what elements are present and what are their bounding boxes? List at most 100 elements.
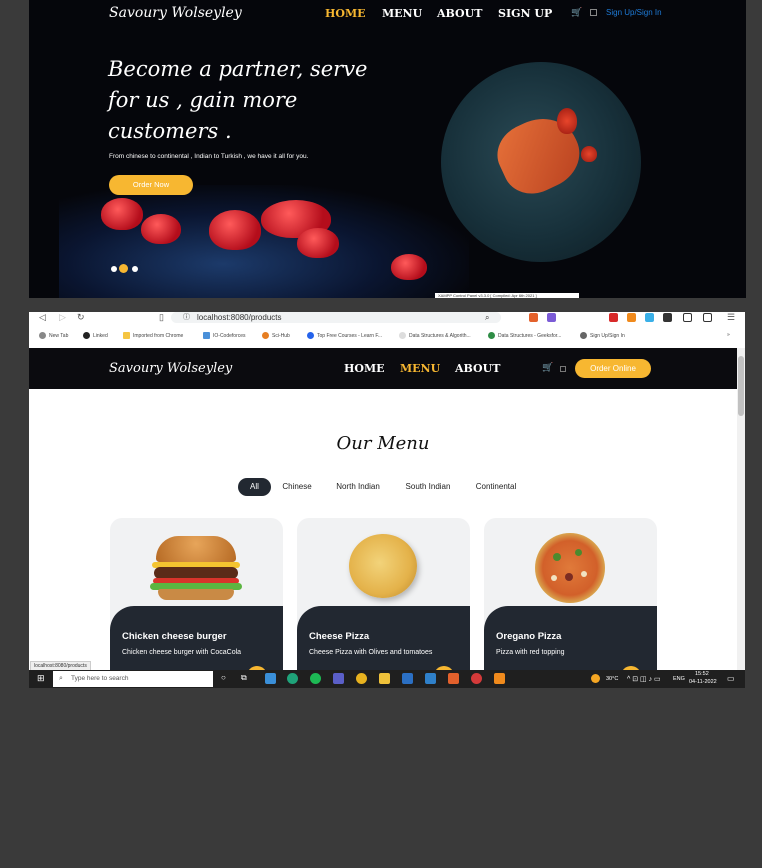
- menu-card[interactable]: Chicken cheese burger Chicken cheese bur…: [110, 518, 283, 670]
- tomato: [557, 108, 577, 134]
- nav-about[interactable]: ABOUT: [455, 362, 500, 375]
- bookmark-item[interactable]: IO-Codeforces: [203, 332, 246, 339]
- menu-card[interactable]: Cheese Pizza Cheese Pizza with Olives an…: [297, 518, 470, 670]
- notification-icon[interactable]: ▭: [727, 674, 735, 683]
- forward-icon[interactable]: ▷: [59, 312, 66, 323]
- cart-icon[interactable]: 🛒: [571, 7, 582, 18]
- hero-headline: Become a partner, serve for us , gain mo…: [108, 57, 368, 143]
- page-scrollbar[interactable]: [737, 348, 745, 670]
- filter-north-indian[interactable]: North Indian: [329, 478, 387, 496]
- brave-shield-icon[interactable]: [529, 313, 538, 322]
- back-icon[interactable]: ◁: [39, 312, 46, 323]
- youtube-extension-icon[interactable]: [609, 313, 618, 322]
- site-navbar: Savoury Wolseyley HOME MENU ABOUT 🛒 Orde…: [29, 348, 737, 389]
- nav-about[interactable]: ABOUT: [437, 7, 482, 20]
- menu-icon[interactable]: ☰: [727, 312, 735, 323]
- app-icon[interactable]: [471, 673, 482, 684]
- bookmark-icon[interactable]: ▯: [159, 312, 164, 323]
- strawberry: [101, 198, 143, 230]
- tomato: [581, 146, 597, 162]
- weather-icon[interactable]: [591, 674, 600, 683]
- weather-temp[interactable]: 30°C: [606, 676, 618, 682]
- strawberry: [141, 214, 181, 244]
- clock-time[interactable]: 15:52: [695, 671, 709, 677]
- carousel-dot[interactable]: [111, 266, 117, 272]
- signin-link[interactable]: Sign Up/Sign In: [606, 8, 662, 17]
- extension-icon[interactable]: [627, 313, 636, 322]
- site-logo[interactable]: Savoury Wolseyley: [109, 5, 242, 21]
- bookmark-item[interactable]: Linked: [83, 332, 108, 339]
- carousel-dot[interactable]: [132, 266, 138, 272]
- filter-chinese[interactable]: Chinese: [277, 478, 317, 496]
- card-description: Cheese Pizza with Olives and tomatoes: [309, 649, 433, 656]
- brave-rewards-icon[interactable]: [547, 313, 556, 322]
- extension-icon[interactable]: [645, 313, 654, 322]
- xampp-status-strip: XAMPP Control Panel v3.3.0 [ Compiled: A…: [435, 293, 579, 298]
- burger-image: [150, 536, 242, 602]
- order-now-button[interactable]: Order Now: [109, 175, 193, 195]
- filter-continental[interactable]: Continental: [469, 478, 523, 496]
- strawberry: [297, 228, 339, 258]
- sidebar-icon[interactable]: [683, 313, 692, 322]
- teams-icon[interactable]: [333, 673, 344, 684]
- bookmark-item[interactable]: Data Structures - Geeksfor...: [488, 332, 561, 339]
- menu-title: Our Menu: [336, 433, 430, 454]
- menu-card[interactable]: Oregano Pizza Pizza with red topping: [484, 518, 657, 670]
- nav-signup[interactable]: SIGN UP: [498, 7, 552, 20]
- filter-all[interactable]: All: [238, 478, 271, 496]
- bookmark-item[interactable]: Sci-Hub: [262, 332, 290, 339]
- language-indicator[interactable]: ENG: [673, 676, 685, 682]
- checkbox-icon[interactable]: [560, 366, 566, 372]
- address-bar-url: localhost:8080/products: [197, 313, 282, 322]
- bookmark-item[interactable]: Data Structures & Algorith...: [399, 332, 471, 339]
- search-icon: ⌕: [59, 675, 63, 682]
- bookmark-item[interactable]: Sign Up/Sign In: [580, 332, 625, 339]
- system-tray-icons[interactable]: ^ ⊡ ◫ ♪ ▭: [627, 675, 661, 683]
- taskbar-search-placeholder: Type here to search: [71, 675, 129, 682]
- wallet-icon[interactable]: [703, 313, 712, 322]
- cart-icon[interactable]: 🛒: [542, 362, 553, 373]
- puzzle-extensions-icon[interactable]: [663, 313, 672, 322]
- clock-date[interactable]: 04-11-2022: [689, 679, 717, 685]
- word-icon[interactable]: [402, 673, 413, 684]
- address-bar[interactable]: ⓘ localhost:8080/products ⌕: [171, 312, 501, 323]
- bookmarks-overflow-icon[interactable]: »: [727, 332, 730, 338]
- bookmark-item[interactable]: Top Free Courses - Learn F...: [307, 332, 382, 339]
- edge-icon[interactable]: [287, 673, 298, 684]
- nav-home[interactable]: HOME: [325, 7, 366, 20]
- nav-menu[interactable]: MENU: [382, 7, 422, 20]
- checkbox-icon[interactable]: [590, 9, 597, 16]
- chrome-icon[interactable]: [356, 673, 367, 684]
- taskbar-search[interactable]: ⌕ Type here to search: [53, 671, 213, 687]
- site-logo[interactable]: Savoury Wolseyley: [109, 361, 232, 376]
- zoom-icon[interactable]: ⌕: [485, 312, 489, 323]
- nav-home[interactable]: HOME: [344, 362, 385, 375]
- cheese-pizza-image: [349, 534, 417, 598]
- reload-icon[interactable]: ↻: [77, 312, 85, 323]
- nav-menu[interactable]: MENU: [400, 362, 440, 375]
- card-description: Chicken cheese burger with CocaCola: [122, 649, 242, 656]
- spotify-icon[interactable]: [310, 673, 321, 684]
- filter-south-indian[interactable]: South Indian: [399, 478, 457, 496]
- mail-app-icon[interactable]: [265, 673, 276, 684]
- oregano-pizza-image: [535, 533, 605, 603]
- bookmark-item[interactable]: Imported from Chrome: [123, 332, 183, 339]
- bookmark-item[interactable]: New Tab: [39, 332, 68, 339]
- task-view-icon[interactable]: ⧉: [241, 673, 247, 683]
- info-icon[interactable]: ⓘ: [183, 312, 190, 323]
- brave-icon[interactable]: [448, 673, 459, 684]
- strawberry: [209, 210, 261, 250]
- file-explorer-icon[interactable]: [379, 673, 390, 684]
- windows-taskbar: ⊞ ⌕ Type here to search ○ ⧉ 30°C ^ ⊡ ◫ ♪…: [29, 670, 745, 688]
- scrollbar-thumb[interactable]: [738, 356, 744, 416]
- browser-window: ◁ ▷ ↻ ▯ ⓘ localhost:8080/products ⌕ ☰ Ne…: [29, 312, 745, 688]
- card-title: Cheese Pizza: [309, 631, 370, 642]
- carousel-dot-active[interactable]: [119, 264, 128, 273]
- vscode-icon[interactable]: [425, 673, 436, 684]
- order-online-button[interactable]: Order Online: [575, 359, 651, 378]
- cortana-icon[interactable]: ○: [221, 673, 226, 682]
- xampp-icon[interactable]: [494, 673, 505, 684]
- windows-start-icon[interactable]: ⊞: [37, 673, 45, 684]
- card-title: Chicken cheese burger: [122, 631, 227, 642]
- card-description: Pizza with red topping: [496, 649, 565, 656]
